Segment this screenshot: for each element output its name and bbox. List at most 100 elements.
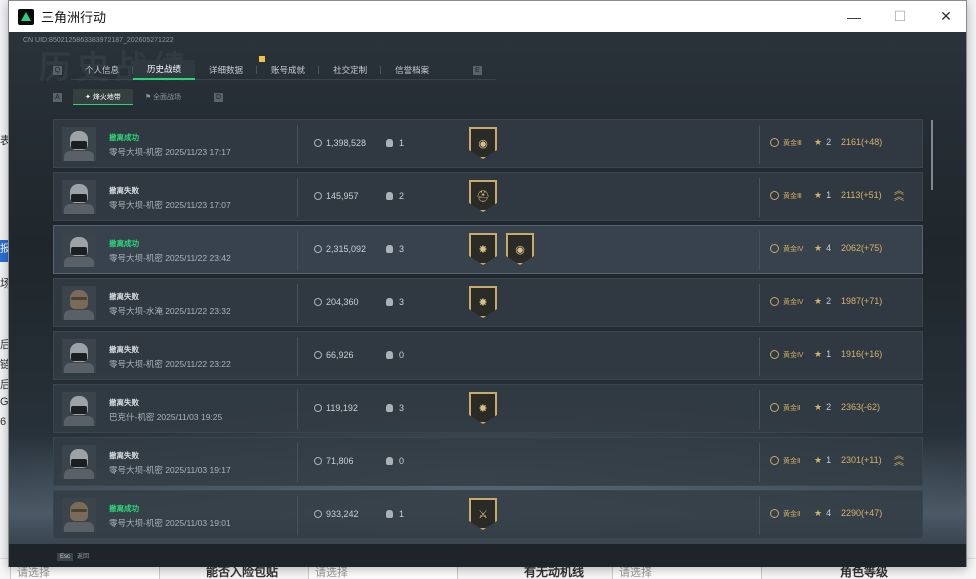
skull-icon (386, 404, 393, 412)
loot-value: 66,926 (314, 350, 354, 360)
back-hint[interactable]: Esc 返回 (57, 551, 89, 561)
rank-emblem-icon (770, 509, 779, 518)
coin-icon (314, 510, 322, 518)
divider (759, 284, 760, 323)
divider (297, 496, 298, 535)
tab-history[interactable]: 历史战绩 (133, 59, 196, 80)
medal-star-icon[interactable]: ✸ (469, 392, 497, 424)
maximize-button[interactable]: ☐ (877, 1, 923, 32)
skull-icon (386, 192, 393, 200)
skull-icon (386, 510, 393, 518)
divider (297, 231, 298, 270)
map-and-time: 零号大坝-机密 2025/11/22 23:22 (109, 359, 231, 369)
loot-value: 71,806 (314, 456, 354, 466)
prev-subtab-key-icon[interactable]: A (53, 93, 62, 102)
divider (297, 125, 298, 164)
rank-score: 1987(+71) (841, 296, 883, 306)
skull-icon (386, 457, 393, 465)
skull-icon (386, 298, 393, 306)
medal-star-icon[interactable]: ✸ (469, 286, 497, 318)
kill-count: 3 (386, 297, 404, 307)
medal-sword-icon[interactable]: ⚔ (469, 498, 497, 530)
coin-icon (314, 298, 322, 306)
rank-emblem-icon (770, 244, 779, 253)
tab-social[interactable]: 社交定制 (319, 60, 382, 80)
title-bar[interactable]: 三角洲行动 — ☐ ✕ (9, 1, 966, 32)
fire-icon: ✦ (85, 93, 93, 101)
match-record-row[interactable]: 撤离失败 零号大坝-机密 2025/11/22 23:22 66,926 0 黄金Ⅳ ★ 1… (53, 331, 923, 380)
medal-star-icon[interactable]: ✸ (469, 233, 497, 265)
star-icon: ★ (814, 402, 823, 412)
loot-value: 119,192 (314, 403, 358, 413)
tab-achievements[interactable]: 账号成就 (257, 60, 320, 80)
kill-count: 3 (386, 244, 404, 254)
divider (297, 390, 298, 429)
match-record-row[interactable]: 撤离成功 零号大坝-机密 2025/11/23 17:17 1,398,528 1 ◉ 黄… (53, 119, 923, 168)
close-button[interactable]: ✕ (923, 1, 969, 32)
match-record-row[interactable]: 撤离失败 零号大坝-机密 2025/11/03 19:17 71,806 0 黄金Ⅱ ★ 1… (53, 437, 923, 486)
medal-helm-icon[interactable]: ⛑ (469, 180, 497, 212)
list-scrollbar[interactable] (931, 120, 933, 190)
match-record-row[interactable]: 撤离失败 零号大坝-机密 2025/11/23 17:07 145,957 2 ⛑ 黄金Ⅲ… (53, 172, 923, 221)
rank-score: 2113(+51) (841, 190, 882, 200)
star-count: ★ 1 (814, 190, 832, 200)
match-record-row[interactable]: 撤离成功 零号大坝-机密 2025/11/22 23:42 2,315,092 3 ✸ ◉… (53, 225, 923, 274)
coin-icon (314, 245, 322, 253)
esc-key: Esc (57, 553, 74, 561)
divider (759, 496, 760, 535)
kill-count: 2 (386, 191, 404, 201)
operator-avatar (62, 286, 96, 320)
minimize-button[interactable]: — (831, 1, 877, 32)
flag-icon: ⚑ (144, 94, 154, 101)
operator-avatar (62, 127, 96, 161)
tab-reputation[interactable]: 信誉档案 (381, 60, 443, 80)
rank-score: 2062(+75) (841, 243, 883, 253)
next-subtab-key-icon[interactable]: D (214, 93, 223, 102)
extraction-result: 撤离失败 (109, 345, 139, 354)
game-content: 历史战绩 CN UID:8502125863383972187_20260527… (9, 32, 966, 567)
rank-score: 2301(+11) (841, 455, 882, 465)
divider (297, 284, 298, 323)
maximize-icon: ☐ (893, 8, 907, 24)
loot-value: 204,360 (314, 297, 359, 307)
subtab-extraction[interactable]: ✦ 烽火地带 (73, 89, 133, 105)
match-record-row[interactable]: 撤离失败 巴克什-机密 2025/11/03 19:25 119,192 3 ✸ 黄金Ⅱ ★… (53, 384, 923, 433)
match-record-row[interactable]: 撤离成功 零号大坝-机密 2025/11/03 19:01 933,242 1 ⚔ 黄金Ⅱ… (53, 490, 923, 539)
divider (759, 125, 760, 164)
star-count: ★ 4 (814, 243, 832, 253)
skull-icon (386, 139, 393, 147)
rank-up-chevron-icon: ︽ ︽ (894, 186, 904, 203)
prev-tab-key-icon[interactable]: Q (53, 66, 62, 75)
game-window: 三角洲行动 — ☐ ✕ 历史战绩 CN UID:8502125863383972… (8, 0, 967, 567)
map-and-time: 零号大坝-机密 2025/11/23 17:07 (109, 200, 231, 210)
coin-icon (314, 457, 322, 465)
medal-ring-icon[interactable]: ◉ (506, 233, 534, 265)
medal-ring-icon[interactable]: ◉ (469, 127, 497, 159)
tab-detail-data[interactable]: 详细数据 (195, 60, 258, 80)
extraction-result: 撤离失败 (109, 451, 139, 460)
rank-tier: 黄金Ⅱ (770, 456, 800, 466)
rank-emblem-icon (770, 297, 779, 306)
bg-fragment-blue: 报 (0, 240, 10, 262)
uid-text: CN UID:8502125863383972187_202605271222 (23, 37, 174, 44)
extraction-result: 撤离成功 (109, 504, 139, 513)
map-and-time: 零号大坝-机密 2025/11/03 19:01 (109, 518, 231, 528)
close-icon: ✕ (940, 8, 952, 24)
rank-tier: 黄金Ⅲ (770, 191, 802, 201)
loot-value: 1,398,528 (314, 138, 366, 148)
rank-tier: 黄金Ⅳ (770, 244, 803, 254)
coin-icon (314, 192, 322, 200)
map-and-time: 零号大坝-机密 2025/11/03 19:17 (109, 465, 231, 475)
match-record-row[interactable]: 撤离失败 零号大坝-水淹 2025/11/22 23:32 204,360 3 ✸ 黄金Ⅳ… (53, 278, 923, 327)
star-icon: ★ (814, 137, 823, 147)
divider (759, 390, 760, 429)
rank-tier: 黄金Ⅲ (770, 138, 802, 148)
divider (759, 337, 760, 376)
star-count: ★ 1 (814, 455, 832, 465)
extraction-result: 撤离失败 (109, 292, 139, 301)
star-icon: ★ (814, 349, 823, 359)
next-tab-key-icon[interactable]: E (473, 66, 482, 75)
subtab-warfare[interactable]: ⚑ 全面战场 (133, 89, 193, 105)
tab-personal-info[interactable]: 个人信息 (71, 60, 134, 80)
operator-avatar (62, 445, 96, 479)
